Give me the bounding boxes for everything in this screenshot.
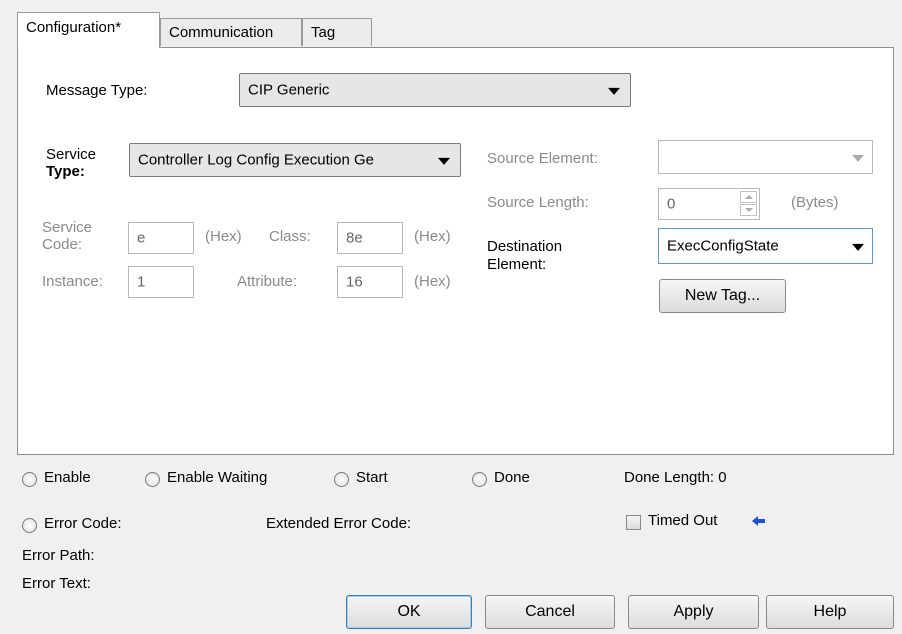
new-tag-button[interactable]: New Tag... [659,279,786,313]
cancel-button[interactable]: Cancel [485,595,615,629]
error-text-label: Error Text: [22,575,91,592]
ok-button[interactable]: OK [346,595,472,629]
service-code-hex-label: (Hex) [205,228,242,245]
message-type-label: Message Type: [46,82,148,99]
service-type-label: Service Type: [46,146,97,180]
chevron-down-icon [852,154,864,162]
error-code-label: Error Code: [44,515,122,532]
chevron-down-icon [852,243,864,251]
service-code-field[interactable]: e [128,222,194,254]
done-radio [472,472,487,487]
service-type-value: Controller Log Config Execution Ge [138,151,374,169]
apply-button[interactable]: Apply [628,595,759,629]
message-type-value: CIP Generic [248,81,330,99]
start-label: Start [356,469,388,486]
chevron-down-icon [608,87,620,95]
spinner-up-button[interactable] [740,191,757,203]
enable-radio [22,472,37,487]
class-field[interactable]: 8e [337,222,403,254]
chevron-up-icon [745,195,753,199]
attribute-label: Attribute: [237,273,298,290]
source-length-label: Source Length: [487,194,589,211]
tab-configuration-label: Configuration* [26,19,122,36]
spinner-down-button[interactable] [740,204,757,216]
tab-tag-label: Tag [311,24,336,41]
service-code-label: Service Code: [42,219,93,253]
chevron-down-icon [438,157,450,165]
class-hex-label: (Hex) [414,228,451,245]
help-button[interactable]: Help [766,595,894,629]
tab-communication-label: Communication [169,24,274,41]
destination-element-dropdown[interactable]: ExecConfigState [658,228,873,264]
source-length-spinner[interactable]: 0 [658,188,760,220]
message-type-dropdown[interactable]: CIP Generic [239,73,631,107]
tab-communication[interactable]: Communication [160,18,302,46]
instance-field[interactable]: 1 [128,266,194,298]
done-length: Done Length: 0 [624,469,727,486]
class-label: Class: [269,228,311,245]
enable-label: Enable [44,469,91,486]
error-code-radio [22,518,37,533]
instance-label: Instance: [42,273,103,290]
bytes-label: (Bytes) [791,194,839,211]
timed-out-checkbox[interactable] [626,515,641,530]
attribute-field[interactable]: 16 [337,266,403,298]
source-element-dropdown[interactable] [658,140,873,174]
timed-out-label: Timed Out [648,512,718,529]
arrow-left-icon [752,516,765,526]
enable-waiting-radio [145,472,160,487]
tab-tag[interactable]: Tag [302,18,372,46]
done-label: Done [494,469,530,486]
chevron-down-icon [745,208,753,212]
start-radio [334,472,349,487]
destination-element-label: Destination Element: [487,238,563,273]
configuration-panel: Message Type: CIP Generic Service Type: … [17,47,894,455]
tab-configuration[interactable]: Configuration* [17,12,160,48]
service-type-dropdown[interactable]: Controller Log Config Execution Ge [129,143,461,177]
enable-waiting-label: Enable Waiting [167,469,268,486]
error-path-label: Error Path: [22,547,95,564]
extended-error-code-label: Extended Error Code: [266,515,412,532]
attribute-hex-label: (Hex) [414,273,451,290]
source-element-label: Source Element: [487,150,598,167]
